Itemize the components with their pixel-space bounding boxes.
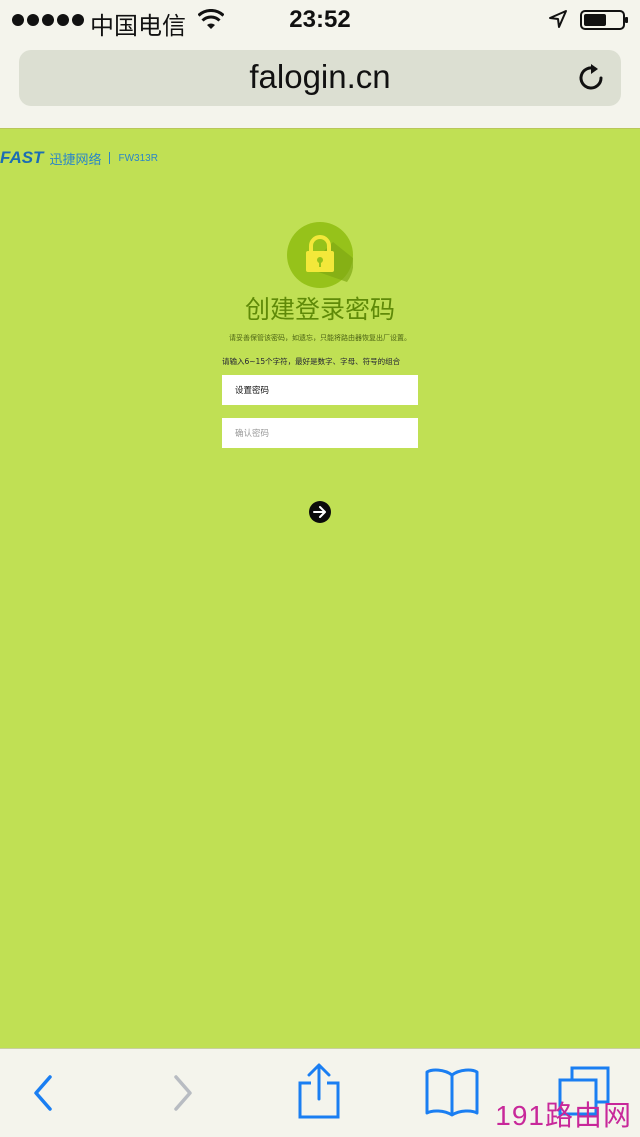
brand-divider (109, 152, 111, 164)
chevron-left-icon[interactable] (28, 1073, 58, 1113)
address-bar[interactable]: falogin.cn (19, 50, 621, 106)
location-arrow-icon (549, 10, 567, 28)
brand-header: FAST 迅捷网络 FW313R (0, 148, 158, 168)
lock-icon (287, 222, 353, 288)
battery-icon (580, 10, 628, 30)
chevron-right-icon[interactable] (168, 1073, 198, 1113)
share-icon[interactable] (296, 1063, 342, 1119)
brand-name: 迅捷网络 (49, 152, 102, 168)
password-rules-hint: 请输入6~15个字符，最好是数字、字母、符号的组合 (222, 357, 401, 366)
confirm-password-input[interactable]: 确认密码 (222, 418, 418, 448)
book-icon[interactable] (424, 1067, 480, 1117)
arrow-right-icon (313, 506, 326, 518)
model-number: FW313R (118, 152, 158, 164)
url-text[interactable]: falogin.cn (19, 58, 621, 96)
page-title: 创建登录密码 (244, 295, 395, 324)
reload-icon[interactable] (575, 62, 607, 94)
brand-logo: FAST (0, 148, 44, 167)
set-password-input[interactable]: 设置密码 (222, 375, 418, 405)
submit-button[interactable] (309, 501, 331, 523)
password-warning-text: 请妥善保管该密码，如遗忘，只能将路由器恢复出厂设置。 (229, 334, 411, 342)
watermark: 191路由网 (495, 1100, 632, 1131)
browser-nav-bar: falogin.cn (0, 40, 640, 129)
clock: 23:52 (289, 6, 351, 33)
status-bar: 中国电信 23:52 (0, 0, 640, 40)
